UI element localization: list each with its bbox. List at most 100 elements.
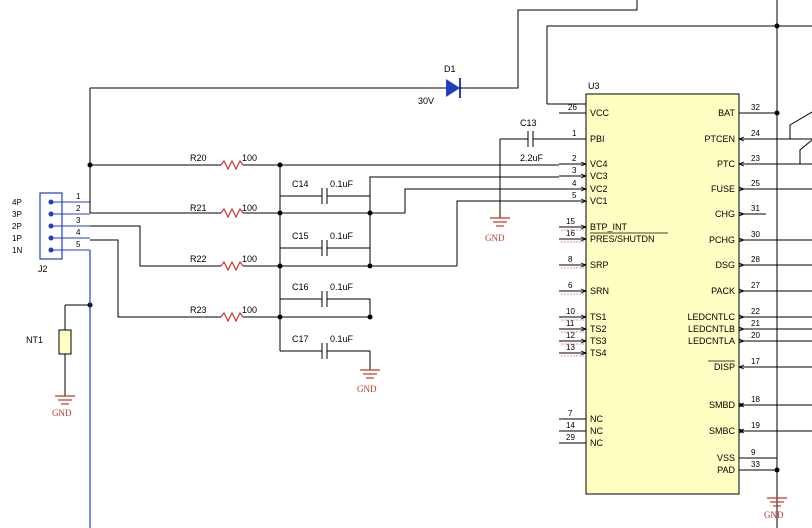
j2-pin-num: 4 bbox=[76, 228, 81, 237]
pin-num: 3 bbox=[572, 166, 577, 175]
pin-num: 8 bbox=[568, 255, 573, 264]
capacitor-c13: C13 2.2uF bbox=[499, 118, 559, 218]
pin-num: 6 bbox=[568, 281, 573, 290]
pin-num: 9 bbox=[751, 448, 756, 457]
pin-name: NC bbox=[590, 414, 603, 424]
ic-ref: U3 bbox=[588, 81, 600, 91]
pin-name: VSS bbox=[717, 453, 735, 463]
pin-name: CHG bbox=[715, 209, 735, 219]
pin-name: PBI bbox=[590, 134, 605, 144]
j2-pin-num: 1 bbox=[76, 192, 81, 201]
pin-num: 33 bbox=[751, 460, 760, 469]
pin-name: TS2 bbox=[590, 324, 607, 334]
pin-num: 19 bbox=[751, 421, 760, 430]
pin-name: VC2 bbox=[590, 184, 608, 194]
pin-name: SMBD bbox=[709, 400, 736, 410]
pin-num: 25 bbox=[751, 179, 760, 188]
cap-value: 0.1uF bbox=[330, 334, 354, 344]
pin-name: PRES/SHUTDN bbox=[590, 234, 655, 244]
pin-num: 27 bbox=[751, 281, 760, 290]
pin-name: LEDCNTLA bbox=[688, 336, 735, 346]
pin-name: PCHG bbox=[709, 235, 735, 245]
j2-ref: J2 bbox=[38, 264, 48, 274]
res-value: 100 bbox=[242, 153, 257, 163]
pin-num: 32 bbox=[751, 103, 760, 112]
gnd-label: GND bbox=[357, 384, 377, 394]
ic-right-pin-lines bbox=[739, 112, 812, 471]
j2-pin-num: 5 bbox=[76, 240, 81, 249]
ground-symbol-right: GND bbox=[764, 470, 787, 520]
pin-arrows-left bbox=[580, 161, 588, 356]
pin-name: SRN bbox=[590, 286, 609, 296]
j2-pin-label: 3P bbox=[12, 210, 22, 219]
pin-name: VC1 bbox=[590, 196, 608, 206]
pin-num: 31 bbox=[751, 204, 760, 213]
pin-num: 15 bbox=[566, 217, 575, 226]
cap-ref: C14 bbox=[292, 179, 309, 189]
gnd-label: GND bbox=[764, 510, 784, 520]
res-value: 100 bbox=[242, 203, 257, 213]
pin-name: DISP bbox=[714, 362, 735, 372]
res-ref: R20 bbox=[190, 153, 207, 163]
res-ref: R23 bbox=[190, 305, 207, 315]
pin-name: BAT bbox=[718, 108, 735, 118]
pin-name: VC3 bbox=[590, 171, 608, 181]
pin-num: 22 bbox=[751, 307, 760, 316]
j2-pin-num: 3 bbox=[76, 216, 81, 225]
pin-num: 29 bbox=[566, 433, 575, 442]
pin-name: NC bbox=[590, 426, 603, 436]
cap-ref: C13 bbox=[520, 118, 537, 128]
diode-value: 30V bbox=[418, 96, 434, 106]
pin-name: BTP_INT bbox=[590, 222, 628, 232]
pin-num: 24 bbox=[751, 129, 760, 138]
pin-num: 2 bbox=[572, 154, 577, 163]
pin-name: SRP bbox=[590, 260, 609, 270]
cap-value: 0.1uF bbox=[330, 282, 354, 292]
pin-name: LEDCNTLC bbox=[687, 312, 735, 322]
j2-pin-label: 2P bbox=[12, 222, 22, 231]
pin-name: PAD bbox=[717, 465, 735, 475]
cap-ref: C15 bbox=[292, 231, 309, 241]
thermistor-nt1: NT1 GND bbox=[26, 305, 75, 418]
pin-num: 28 bbox=[751, 255, 760, 264]
ground-symbol: GND bbox=[485, 217, 510, 243]
pin-name: LEDCNTLB bbox=[688, 324, 735, 334]
res-value: 100 bbox=[242, 254, 257, 264]
connector-j2: 1 2 3 4 5 4P 3P 2P 1P 1N J2 bbox=[12, 165, 91, 528]
j2-pin-label: 1P bbox=[12, 234, 22, 243]
pin-num: 1 bbox=[572, 129, 577, 138]
ic-u3: U3 26 1 2 3 4 5 15 16 8 6 10 11 12 13 7 … bbox=[559, 81, 812, 495]
pin-name: NC bbox=[590, 438, 603, 448]
diode-d1: D1 30V bbox=[90, 64, 486, 106]
j2-pin-label: 4P bbox=[12, 198, 22, 207]
pin-name: TS3 bbox=[590, 336, 607, 346]
schematic-canvas: D1 30V U3 26 1 2 3 4 5 15 16 8 6 10 11 1… bbox=[12, 0, 812, 528]
j2-pin-num: 2 bbox=[76, 204, 81, 213]
diode-ref: D1 bbox=[444, 64, 456, 74]
res-ref: R22 bbox=[190, 254, 207, 264]
pin-name: TS1 bbox=[590, 312, 607, 322]
cap-ref: C16 bbox=[292, 282, 309, 292]
pin-name: SMBC bbox=[709, 426, 736, 436]
pin-name: PTC bbox=[717, 159, 736, 169]
cap-ref: C17 bbox=[292, 334, 309, 344]
pin-num: 26 bbox=[568, 103, 577, 112]
j2-pin-label: 1N bbox=[12, 246, 22, 255]
pin-name: PACK bbox=[711, 286, 735, 296]
pin-num: 30 bbox=[751, 230, 760, 239]
res-ref: R21 bbox=[190, 203, 207, 213]
pin-num: 4 bbox=[572, 179, 577, 188]
pin-arrows-right bbox=[737, 136, 746, 434]
pin-num: 17 bbox=[751, 357, 760, 366]
pin-name: TS4 bbox=[590, 348, 607, 358]
pin-num: 7 bbox=[568, 409, 573, 418]
thermistor-ref: NT1 bbox=[26, 335, 43, 345]
pin-num: 23 bbox=[751, 154, 760, 163]
gnd-label: GND bbox=[485, 233, 505, 243]
pin-num: 20 bbox=[751, 331, 760, 340]
cap-value: 0.1uF bbox=[330, 231, 354, 241]
cap-value: 0.1uF bbox=[330, 179, 354, 189]
pin-name: VC4 bbox=[590, 159, 608, 169]
pin-name: FUSE bbox=[711, 184, 735, 194]
gnd-label: GND bbox=[52, 408, 72, 418]
